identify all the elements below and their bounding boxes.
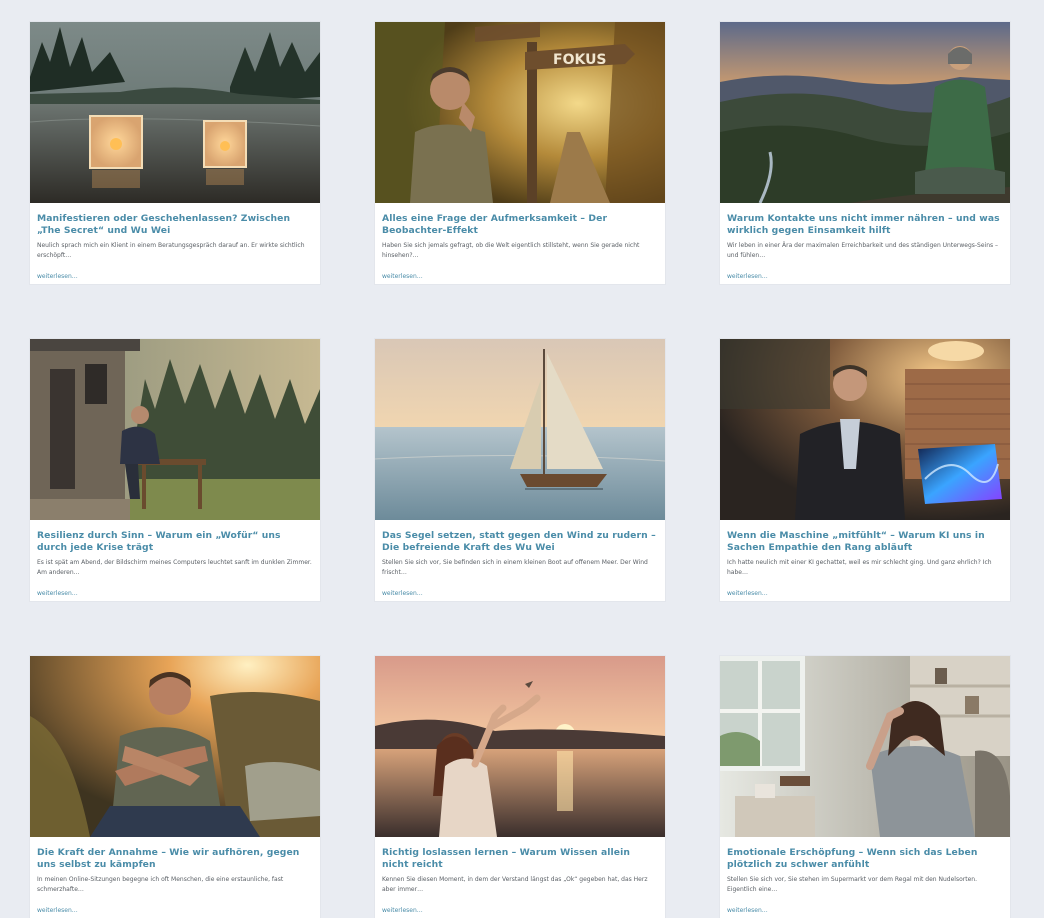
post-title[interactable]: Manifestieren oder Geschehenlassen? Zwis… xyxy=(37,213,313,236)
post-card: Warum Kontakte uns nicht immer nähren – … xyxy=(720,22,1010,284)
post-title[interactable]: Resilienz durch Sinn – Warum ein „Wofür“… xyxy=(37,530,313,553)
post-card: Manifestieren oder Geschehenlassen? Zwis… xyxy=(30,22,320,284)
post-card-body: Alles eine Frage der Aufmerksamkeit – De… xyxy=(375,203,665,282)
read-more-link[interactable]: weiterlesen… xyxy=(382,273,423,280)
read-more-link[interactable]: weiterlesen… xyxy=(37,907,78,914)
post-card-body: Resilienz durch Sinn – Warum ein „Wofür“… xyxy=(30,520,320,599)
sailboat-image[interactable] xyxy=(375,339,665,520)
post-card-body: Richtig loslassen lernen – Warum Wissen … xyxy=(375,837,665,916)
post-card-body: Wenn die Maschine „mitfühlt“ – Warum KI … xyxy=(720,520,1010,599)
post-card: Das Segel setzen, statt gegen den Wind z… xyxy=(375,339,665,601)
read-more-link[interactable]: weiterlesen… xyxy=(382,907,423,914)
read-more-link[interactable]: weiterlesen… xyxy=(727,273,768,280)
post-title[interactable]: Wenn die Maschine „mitfühlt“ – Warum KI … xyxy=(727,530,1003,553)
read-more-link[interactable]: weiterlesen… xyxy=(382,590,423,597)
read-more-link[interactable]: weiterlesen… xyxy=(37,590,78,597)
post-excerpt: Stellen Sie sich vor, Sie befinden sich … xyxy=(382,559,648,576)
post-card: Resilienz durch Sinn – Warum ein „Wofür“… xyxy=(30,339,320,601)
cabin-writing-image[interactable] xyxy=(30,339,320,520)
post-excerpt: Wir leben in einer Ära der maximalen Err… xyxy=(727,242,999,259)
read-more-link[interactable]: weiterlesen… xyxy=(727,590,768,597)
post-card: Emotionale Erschöpfung – Wenn sich das L… xyxy=(720,656,1010,918)
post-title[interactable]: Emotionale Erschöpfung – Wenn sich das L… xyxy=(727,847,1003,870)
post-excerpt: Es ist spät am Abend, der Bildschirm mei… xyxy=(37,559,312,576)
mountain-meditation-image[interactable] xyxy=(720,22,1010,203)
exhausted-woman-image[interactable] xyxy=(720,656,1010,837)
post-excerpt: In meinen Online-Sitzungen begegne ich o… xyxy=(37,876,284,893)
post-excerpt: Kennen Sie diesen Moment, in dem der Ver… xyxy=(382,876,648,893)
post-excerpt: Ich hatte neulich mit einer KI gechattet… xyxy=(727,559,992,576)
post-card: Wenn die Maschine „mitfühlt“ – Warum KI … xyxy=(720,339,1010,601)
letting-go-image[interactable] xyxy=(375,656,665,837)
post-excerpt: Neulich sprach mich ein Klient in einem … xyxy=(37,242,305,259)
post-card-body: Das Segel setzen, statt gegen den Wind z… xyxy=(375,520,665,599)
forest-signpost-image[interactable]: FOKUS xyxy=(375,22,665,203)
post-title[interactable]: Alles eine Frage der Aufmerksamkeit – De… xyxy=(382,213,658,236)
post-card-body: Manifestieren oder Geschehenlassen? Zwis… xyxy=(30,203,320,282)
post-excerpt: Haben Sie sich jemals gefragt, ob die We… xyxy=(382,242,640,259)
self-hug-image[interactable] xyxy=(30,656,320,837)
post-card: Richtig loslassen lernen – Warum Wissen … xyxy=(375,656,665,918)
post-card: Die Kraft der Annahme – Wie wir aufhören… xyxy=(30,656,320,918)
read-more-link[interactable]: weiterlesen… xyxy=(37,273,78,280)
laptop-man-image[interactable] xyxy=(720,339,1010,520)
post-title[interactable]: Die Kraft der Annahme – Wie wir aufhören… xyxy=(37,847,313,870)
post-grid: Manifestieren oder Geschehenlassen? Zwis… xyxy=(30,22,1011,918)
post-title[interactable]: Richtig loslassen lernen – Warum Wissen … xyxy=(382,847,658,870)
post-excerpt: Stellen Sie sich vor, Sie stehen im Supe… xyxy=(727,876,977,893)
lake-lanterns-image[interactable] xyxy=(30,22,320,203)
post-card-body: Emotionale Erschöpfung – Wenn sich das L… xyxy=(720,837,1010,916)
post-card-body: Die Kraft der Annahme – Wie wir aufhören… xyxy=(30,837,320,916)
post-card-body: Warum Kontakte uns nicht immer nähren – … xyxy=(720,203,1010,282)
read-more-link[interactable]: weiterlesen… xyxy=(727,907,768,914)
sign-text: FOKUS xyxy=(553,52,607,68)
post-title[interactable]: Warum Kontakte uns nicht immer nähren – … xyxy=(727,213,1003,236)
post-title[interactable]: Das Segel setzen, statt gegen den Wind z… xyxy=(382,530,658,553)
post-card: FOKUS Alles eine Frage der Aufmerksamkei… xyxy=(375,22,665,284)
